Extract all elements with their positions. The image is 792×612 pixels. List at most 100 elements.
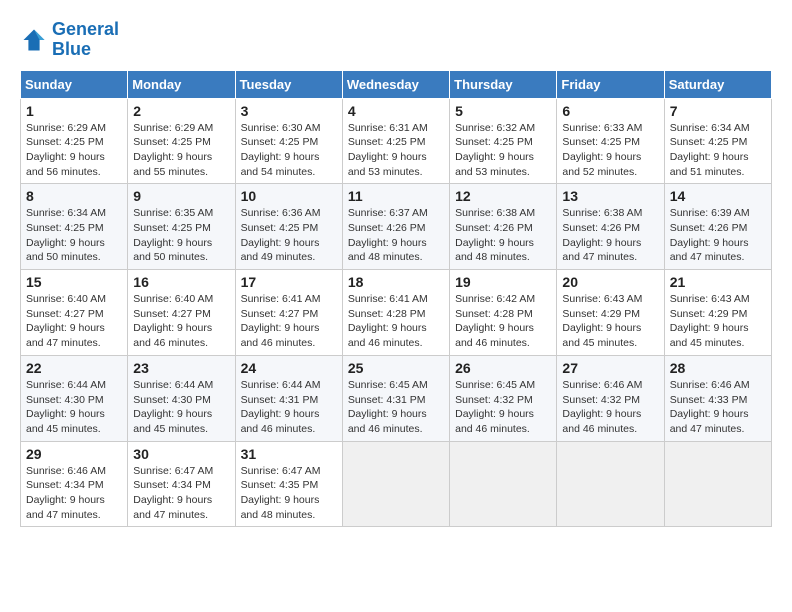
day-number: 19: [455, 274, 551, 290]
day-number: 21: [670, 274, 766, 290]
calendar-cell: 2 Sunrise: 6:29 AMSunset: 4:25 PMDaylight…: [128, 98, 235, 184]
calendar-cell: 24 Sunrise: 6:44 AMSunset: 4:31 PMDayligh…: [235, 355, 342, 441]
day-info: Sunrise: 6:32 AMSunset: 4:25 PMDaylight:…: [455, 121, 551, 180]
weekday-header-thursday: Thursday: [450, 70, 557, 98]
day-number: 31: [241, 446, 337, 462]
calendar-cell: 25 Sunrise: 6:45 AMSunset: 4:31 PMDayligh…: [342, 355, 449, 441]
day-info: Sunrise: 6:46 AMSunset: 4:34 PMDaylight:…: [26, 464, 122, 523]
day-number: 11: [348, 188, 444, 204]
day-number: 1: [26, 103, 122, 119]
calendar-cell: 27 Sunrise: 6:46 AMSunset: 4:32 PMDayligh…: [557, 355, 664, 441]
calendar-cell: 22 Sunrise: 6:44 AMSunset: 4:30 PMDayligh…: [21, 355, 128, 441]
day-info: Sunrise: 6:43 AMSunset: 4:29 PMDaylight:…: [562, 292, 658, 351]
day-info: Sunrise: 6:41 AMSunset: 4:27 PMDaylight:…: [241, 292, 337, 351]
day-number: 29: [26, 446, 122, 462]
calendar-cell: 4 Sunrise: 6:31 AMSunset: 4:25 PMDaylight…: [342, 98, 449, 184]
calendar-cell: [664, 441, 771, 527]
day-info: Sunrise: 6:42 AMSunset: 4:28 PMDaylight:…: [455, 292, 551, 351]
day-info: Sunrise: 6:45 AMSunset: 4:31 PMDaylight:…: [348, 378, 444, 437]
day-info: Sunrise: 6:38 AMSunset: 4:26 PMDaylight:…: [562, 206, 658, 265]
weekday-header-sunday: Sunday: [21, 70, 128, 98]
calendar-cell: 26 Sunrise: 6:45 AMSunset: 4:32 PMDayligh…: [450, 355, 557, 441]
weekday-header-tuesday: Tuesday: [235, 70, 342, 98]
weekday-header-friday: Friday: [557, 70, 664, 98]
day-number: 3: [241, 103, 337, 119]
day-number: 4: [348, 103, 444, 119]
calendar-table: SundayMondayTuesdayWednesdayThursdayFrid…: [20, 70, 772, 528]
calendar-cell: 20 Sunrise: 6:43 AMSunset: 4:29 PMDayligh…: [557, 270, 664, 356]
day-number: 14: [670, 188, 766, 204]
calendar-week-5: 29 Sunrise: 6:46 AMSunset: 4:34 PMDayligh…: [21, 441, 772, 527]
calendar-week-2: 8Sunrise: 6:34 AMSunset: 4:25 PMDaylight…: [21, 184, 772, 270]
calendar-cell: 11 Sunrise: 6:37 AMSunset: 4:26 PMDayligh…: [342, 184, 449, 270]
day-info: Sunrise: 6:46 AMSunset: 4:33 PMDaylight:…: [670, 378, 766, 437]
day-number: 7: [670, 103, 766, 119]
day-info: Sunrise: 6:30 AMSunset: 4:25 PMDaylight:…: [241, 121, 337, 180]
calendar-cell: 9Sunrise: 6:35 AMSunset: 4:25 PMDaylight…: [128, 184, 235, 270]
day-info: Sunrise: 6:38 AMSunset: 4:26 PMDaylight:…: [455, 206, 551, 265]
calendar-cell: 29 Sunrise: 6:46 AMSunset: 4:34 PMDayligh…: [21, 441, 128, 527]
day-number: 22: [26, 360, 122, 376]
calendar-cell: 3 Sunrise: 6:30 AMSunset: 4:25 PMDaylight…: [235, 98, 342, 184]
logo-icon: [20, 26, 48, 54]
day-info: Sunrise: 6:45 AMSunset: 4:32 PMDaylight:…: [455, 378, 551, 437]
day-info: Sunrise: 6:44 AMSunset: 4:30 PMDaylight:…: [26, 378, 122, 437]
calendar-cell: 15 Sunrise: 6:40 AMSunset: 4:27 PMDayligh…: [21, 270, 128, 356]
day-number: 25: [348, 360, 444, 376]
day-number: 27: [562, 360, 658, 376]
calendar-cell: 14 Sunrise: 6:39 AMSunset: 4:26 PMDayligh…: [664, 184, 771, 270]
calendar-cell: [557, 441, 664, 527]
day-number: 17: [241, 274, 337, 290]
calendar-cell: 6 Sunrise: 6:33 AMSunset: 4:25 PMDaylight…: [557, 98, 664, 184]
calendar-week-3: 15 Sunrise: 6:40 AMSunset: 4:27 PMDayligh…: [21, 270, 772, 356]
weekday-header-monday: Monday: [128, 70, 235, 98]
calendar-cell: 5 Sunrise: 6:32 AMSunset: 4:25 PMDaylight…: [450, 98, 557, 184]
day-info: Sunrise: 6:31 AMSunset: 4:25 PMDaylight:…: [348, 121, 444, 180]
calendar-cell: 1 Sunrise: 6:29 AMSunset: 4:25 PMDaylight…: [21, 98, 128, 184]
calendar-cell: [342, 441, 449, 527]
calendar-cell: 28 Sunrise: 6:46 AMSunset: 4:33 PMDayligh…: [664, 355, 771, 441]
page-header: General Blue: [20, 20, 772, 60]
calendar-week-4: 22 Sunrise: 6:44 AMSunset: 4:30 PMDayligh…: [21, 355, 772, 441]
day-number: 24: [241, 360, 337, 376]
day-info: Sunrise: 6:39 AMSunset: 4:26 PMDaylight:…: [670, 206, 766, 265]
day-info: Sunrise: 6:43 AMSunset: 4:29 PMDaylight:…: [670, 292, 766, 351]
day-info: Sunrise: 6:41 AMSunset: 4:28 PMDaylight:…: [348, 292, 444, 351]
calendar-cell: 31Sunrise: 6:47 AMSunset: 4:35 PMDayligh…: [235, 441, 342, 527]
day-number: 18: [348, 274, 444, 290]
day-info: Sunrise: 6:34 AMSunset: 4:25 PMDaylight:…: [26, 206, 122, 265]
calendar-week-1: 1 Sunrise: 6:29 AMSunset: 4:25 PMDaylight…: [21, 98, 772, 184]
day-number: 28: [670, 360, 766, 376]
day-info: Sunrise: 6:44 AMSunset: 4:31 PMDaylight:…: [241, 378, 337, 437]
day-info: Sunrise: 6:47 AMSunset: 4:34 PMDaylight:…: [133, 464, 229, 523]
day-info: Sunrise: 6:35 AMSunset: 4:25 PMDaylight:…: [133, 206, 229, 265]
calendar-cell: 16Sunrise: 6:40 AMSunset: 4:27 PMDayligh…: [128, 270, 235, 356]
weekday-header-wednesday: Wednesday: [342, 70, 449, 98]
day-info: Sunrise: 6:37 AMSunset: 4:26 PMDaylight:…: [348, 206, 444, 265]
day-number: 15: [26, 274, 122, 290]
day-number: 12: [455, 188, 551, 204]
logo: General Blue: [20, 20, 119, 60]
day-info: Sunrise: 6:29 AMSunset: 4:25 PMDaylight:…: [26, 121, 122, 180]
weekday-header-saturday: Saturday: [664, 70, 771, 98]
day-number: 30: [133, 446, 229, 462]
day-number: 6: [562, 103, 658, 119]
day-number: 26: [455, 360, 551, 376]
day-number: 23: [133, 360, 229, 376]
day-info: Sunrise: 6:36 AMSunset: 4:25 PMDaylight:…: [241, 206, 337, 265]
day-number: 2: [133, 103, 229, 119]
calendar-cell: 30 Sunrise: 6:47 AMSunset: 4:34 PMDayligh…: [128, 441, 235, 527]
calendar-cell: 18 Sunrise: 6:41 AMSunset: 4:28 PMDayligh…: [342, 270, 449, 356]
day-info: Sunrise: 6:40 AMSunset: 4:27 PMDaylight:…: [26, 292, 122, 351]
day-number: 20: [562, 274, 658, 290]
day-info: Sunrise: 6:33 AMSunset: 4:25 PMDaylight:…: [562, 121, 658, 180]
calendar-cell: 7Sunrise: 6:34 AMSunset: 4:25 PMDaylight…: [664, 98, 771, 184]
calendar-cell: [450, 441, 557, 527]
calendar-cell: 17 Sunrise: 6:41 AMSunset: 4:27 PMDayligh…: [235, 270, 342, 356]
day-number: 5: [455, 103, 551, 119]
day-info: Sunrise: 6:29 AMSunset: 4:25 PMDaylight:…: [133, 121, 229, 180]
calendar-cell: 13Sunrise: 6:38 AMSunset: 4:26 PMDayligh…: [557, 184, 664, 270]
calendar-cell: 12 Sunrise: 6:38 AMSunset: 4:26 PMDayligh…: [450, 184, 557, 270]
day-info: Sunrise: 6:46 AMSunset: 4:32 PMDaylight:…: [562, 378, 658, 437]
calendar-cell: 8Sunrise: 6:34 AMSunset: 4:25 PMDaylight…: [21, 184, 128, 270]
